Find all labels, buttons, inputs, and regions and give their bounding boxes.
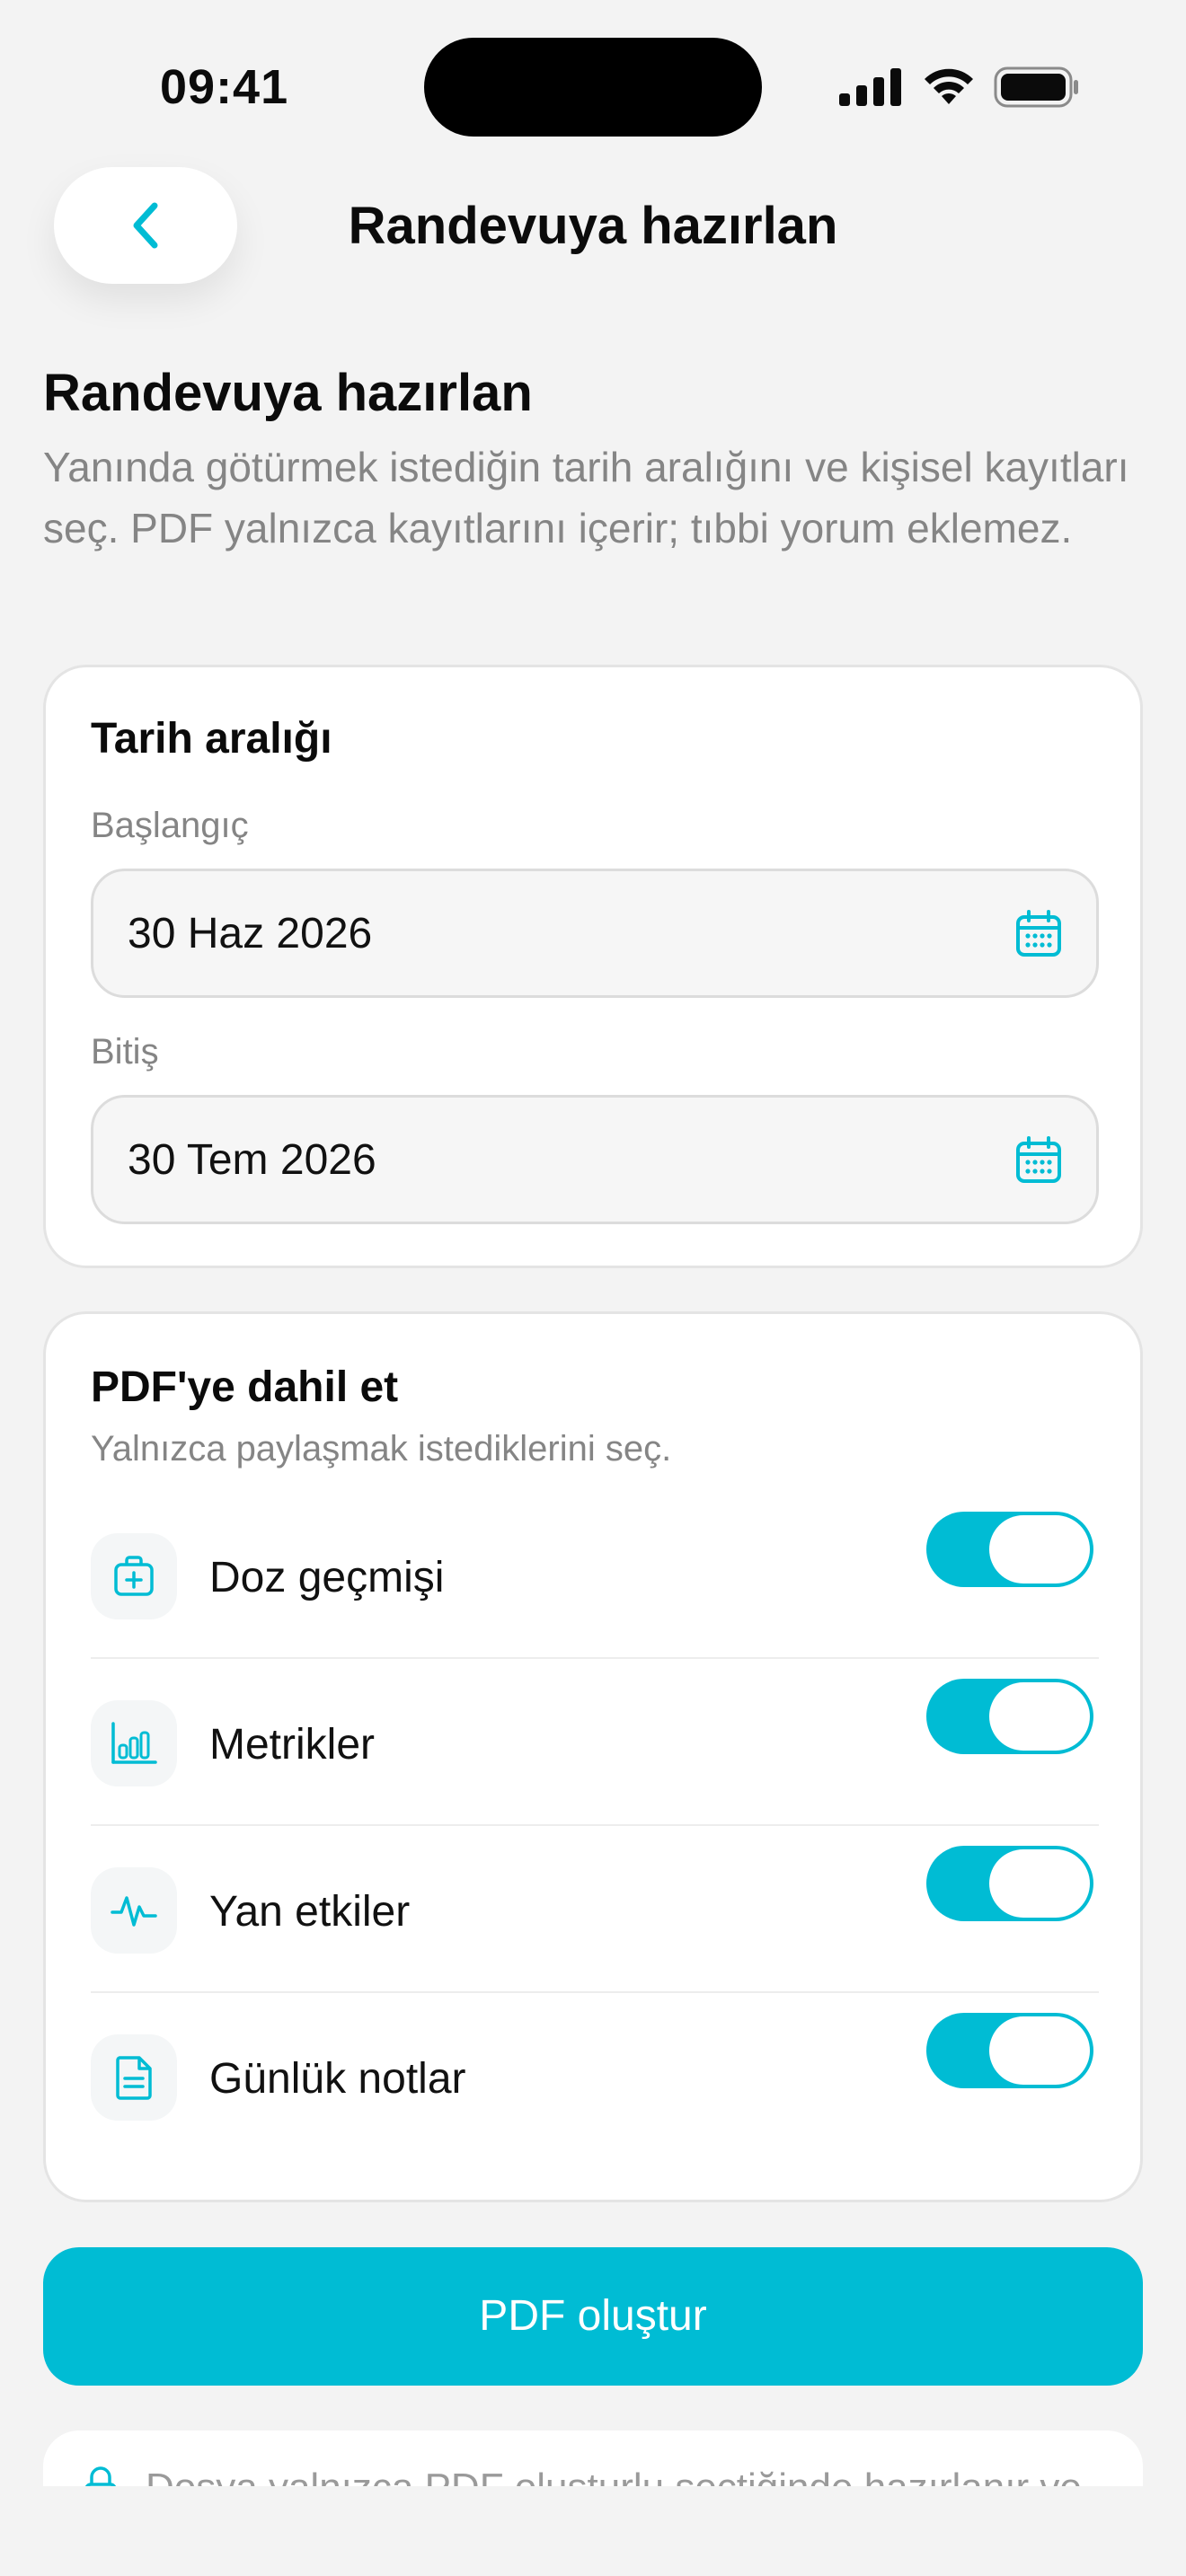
dynamic-island	[424, 38, 762, 137]
option-row-daily-notes[interactable]: Günlük notlar	[91, 1993, 1099, 2160]
end-date-label: Bitiş	[91, 1032, 159, 1072]
end-date-field[interactable]: 30 Tem 2026	[91, 1095, 1099, 1224]
bottom-area	[0, 2486, 1186, 2576]
start-date-label: Başlangıç	[91, 806, 249, 845]
bar-chart-icon	[91, 1700, 177, 1786]
signal-icon	[839, 68, 901, 106]
metrics-toggle[interactable]	[926, 1679, 1093, 1754]
start-date-field[interactable]: 30 Haz 2026	[91, 869, 1099, 998]
calendar-icon[interactable]	[1013, 909, 1064, 959]
option-row-metrics[interactable]: Metrikler	[91, 1659, 1099, 1826]
create-pdf-button[interactable]: PDF oluştur	[43, 2247, 1143, 2386]
option-row-side-effects[interactable]: Yan etkiler	[91, 1826, 1099, 1993]
option-label: Yan etkiler	[209, 1888, 411, 1936]
chevron-left-icon	[133, 202, 158, 249]
page-title: Randevuya hazırlan	[43, 364, 533, 422]
option-label: Metrikler	[209, 1721, 376, 1769]
status-time: 09:41	[160, 60, 289, 114]
battery-icon	[994, 66, 1078, 108]
back-button[interactable]	[54, 167, 237, 284]
pulse-icon	[91, 1867, 177, 1954]
date-range-card: Tarih aralığı Başlangıç 30 Haz 2026 Biti…	[43, 665, 1143, 1268]
screen: 09:41 Randevuya hazırlan Randevuya hazır…	[0, 0, 1186, 2576]
page-description: Yanında götürmek istediğin tarih aralığı…	[43, 444, 1129, 551]
option-label: Doz geçmişi	[209, 1554, 445, 1601]
medkit-icon	[91, 1533, 177, 1619]
date-range-title: Tarih aralığı	[91, 715, 332, 763]
start-date-value: 30 Haz 2026	[128, 910, 373, 957]
end-date-value: 30 Tem 2026	[128, 1136, 376, 1184]
toggle-knob	[989, 1682, 1090, 1751]
pdf-options-subtitle: Yalnızca paylaşmak istediklerini seç.	[91, 1429, 672, 1469]
dose-history-toggle[interactable]	[926, 1512, 1093, 1587]
toggle-knob	[989, 2016, 1090, 2085]
document-icon	[91, 2034, 177, 2121]
wifi-icon	[925, 68, 973, 104]
side-effects-toggle[interactable]	[926, 1846, 1093, 1921]
option-label: Günlük notlar	[209, 2055, 466, 2103]
daily-notes-toggle[interactable]	[926, 2013, 1093, 2088]
nav-title: Randevuya hazırlan	[348, 197, 838, 255]
pdf-options-card: PDF'ye dahil et Yalnızca paylaşmak isted…	[43, 1311, 1143, 2202]
calendar-icon[interactable]	[1013, 1135, 1064, 1186]
toggle-knob	[989, 1849, 1090, 1918]
option-row-dose-history[interactable]: Doz geçmişi	[91, 1492, 1099, 1659]
toggle-knob	[989, 1515, 1090, 1584]
status-icons	[839, 63, 1082, 111]
pdf-options-title: PDF'ye dahil et	[91, 1363, 399, 1411]
